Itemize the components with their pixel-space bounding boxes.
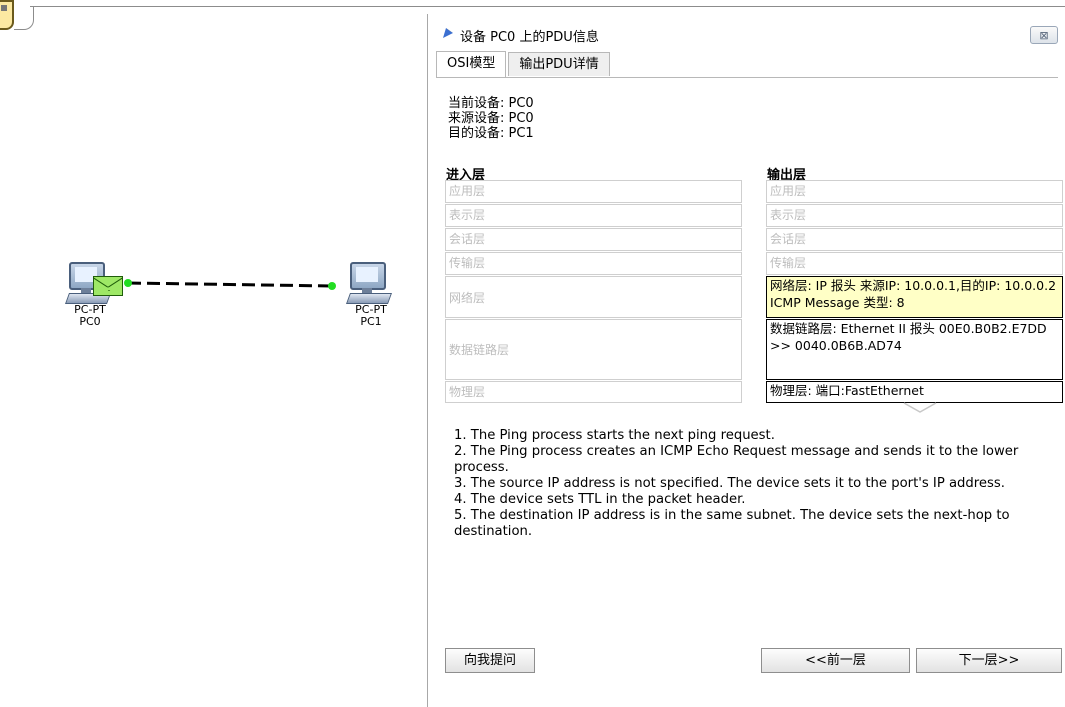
out-layer-presentation[interactable]: 表示层 (766, 204, 1063, 227)
step-item: 1. The Ping process starts the next ping… (454, 428, 775, 443)
chevron-down-icon (903, 402, 937, 413)
pc1-port-light (328, 282, 336, 290)
step-item: 5. The destination IP address is in the … (454, 508, 1010, 539)
dialog-tabs: OSI模型 输出PDU详情 (436, 51, 612, 77)
device-name-label: PC0 (79, 315, 101, 328)
close-button[interactable]: ⊠ (1030, 26, 1058, 44)
tab-osi-model[interactable]: OSI模型 (436, 51, 507, 77)
in-layer-session[interactable]: 会话层 (445, 228, 742, 251)
out-layer-transport[interactable]: 传输层 (766, 252, 1063, 275)
device-info: 当前设备: PC0 来源设备: PC0 目的设备: PC1 (448, 96, 534, 141)
in-layer-transport[interactable]: 传输层 (445, 252, 742, 275)
step-item: 4. The device sets TTL in the packet hea… (454, 492, 746, 507)
packet-tracer-icon (443, 28, 453, 38)
in-layer-data-link[interactable]: 数据链路层 (445, 319, 742, 380)
pc-icon (64, 262, 123, 304)
pdu-info-dialog: 设备 PC0 上的PDU信息 ⊠ OSI模型 输出PDU详情 当前设备: PC0… (427, 14, 1065, 707)
ethernet-cable[interactable] (127, 281, 333, 288)
dialog-titlebar[interactable]: 设备 PC0 上的PDU信息 ⊠ (428, 20, 1065, 48)
step-item: 3. The source IP address is not specifie… (454, 476, 1005, 491)
destination-device: 目的设备: PC1 (448, 126, 534, 141)
ask-me-button[interactable]: 向我提问 (445, 648, 535, 673)
step-item: 2. The Ping process creates an ICMP Echo… (454, 444, 1019, 475)
previous-layer-button[interactable]: <<前一层 (761, 648, 910, 673)
out-layer-physical[interactable]: 物理层: 端口:FastEthernet (766, 381, 1063, 403)
pc0-port-light (124, 279, 132, 287)
tab-outbound-pdu-details[interactable]: 输出PDU详情 (508, 52, 610, 76)
network-link[interactable] (0, 0, 427, 707)
process-steps: 1. The Ping process starts the next ping… (454, 428, 1054, 540)
device-pc1[interactable]: PC-PT PC1 (341, 262, 401, 328)
in-layer-presentation[interactable]: 表示层 (445, 204, 742, 227)
workspace-top-border (30, 0, 1065, 7)
out-layer-network[interactable]: 网络层: IP 报头 来源IP: 10.0.0.1,目的IP: 10.0.0.2… (766, 276, 1063, 318)
network-workspace[interactable]: PC-PT PC0 PC-PT PC1 (0, 0, 427, 707)
in-layer-application[interactable]: 应用层 (445, 180, 742, 203)
out-layer-data-link[interactable]: 数据链路层: Ethernet II 报头 00E0.B0B2.E7DD >> … (766, 319, 1063, 380)
device-pc0[interactable]: PC-PT PC0 (60, 262, 123, 328)
source-device: 来源设备: PC0 (448, 111, 534, 126)
tab-divider (436, 77, 1058, 78)
current-device: 当前设备: PC0 (448, 96, 534, 111)
dialog-title: 设备 PC0 上的PDU信息 (460, 30, 599, 45)
device-name-label: PC1 (360, 315, 382, 328)
next-layer-button[interactable]: 下一层>> (916, 648, 1062, 673)
pdu-envelope-icon[interactable] (93, 276, 123, 296)
in-layer-network[interactable]: 网络层 (445, 276, 742, 318)
close-icon: ⊠ (1039, 29, 1049, 42)
out-layer-application[interactable]: 应用层 (766, 180, 1063, 203)
out-layer-session[interactable]: 会话层 (766, 228, 1063, 251)
pc-icon (345, 262, 396, 304)
in-layer-physical[interactable]: 物理层 (445, 381, 742, 403)
